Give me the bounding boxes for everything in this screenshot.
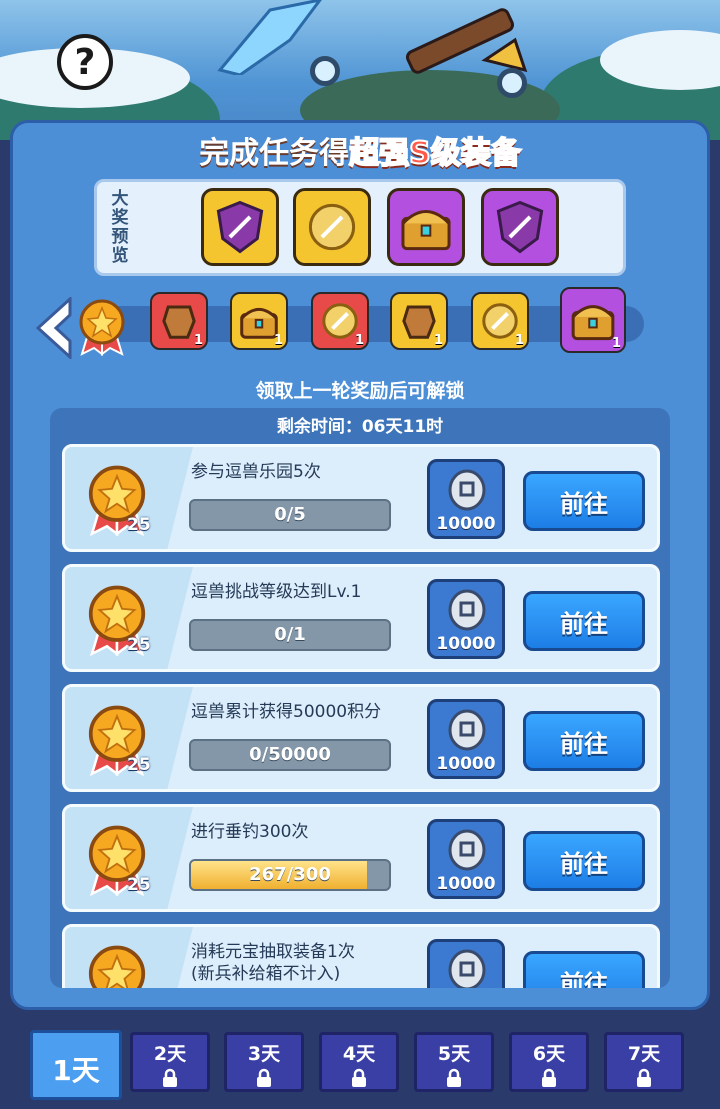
reward-quantity: 1	[433, 333, 443, 348]
track-reward-item[interactable]: 1	[230, 292, 288, 350]
task-score: 25	[127, 755, 151, 775]
magnifier-icon	[497, 68, 527, 98]
grand-prize-item[interactable]	[481, 188, 559, 266]
task-list[interactable]: 剩余时间：06天11时 25 参与逗兽乐园5次 0/5 10000 前往 25 …	[50, 408, 670, 988]
day-tab[interactable]: 7天	[604, 1032, 684, 1092]
grand-prize-item[interactable]	[387, 188, 465, 266]
track-reward-item[interactable]: 1	[390, 292, 448, 350]
grand-prize-item[interactable]	[201, 188, 279, 266]
sword-shield-icon	[216, 200, 264, 254]
lock-icon	[542, 1068, 556, 1087]
go-button[interactable]: 前往	[523, 951, 645, 988]
reward-coin-box: 10000	[427, 939, 505, 988]
top-scene: ?	[0, 0, 720, 140]
track-reward-item[interactable]: 1	[560, 287, 626, 353]
go-button[interactable]: 前往	[523, 471, 645, 531]
sword-shield-icon	[496, 200, 544, 254]
task-description: 参与逗兽乐园5次	[191, 462, 321, 482]
task-description: 逗兽累计获得50000积分	[191, 702, 382, 722]
day-tab-label: 4天	[342, 1043, 376, 1065]
day-tab-label: 1天	[52, 1054, 100, 1087]
task-description: 进行垂钓300次	[191, 822, 309, 842]
chevron-left-icon[interactable]	[34, 297, 74, 359]
task-progress-bar: 0/1	[189, 619, 391, 651]
task-score: 25	[127, 515, 151, 535]
page-title: 完成任务得超强S级装备	[199, 135, 522, 172]
task-progress-bar: 267/300	[189, 859, 391, 891]
task-progress-bar: 0/50000	[189, 739, 391, 771]
grand-prize-label: 大奖预览	[111, 189, 129, 266]
s-treasure-chest-icon	[401, 210, 451, 251]
go-button[interactable]: 前往	[523, 711, 645, 771]
day-tab-label: 6天	[532, 1043, 566, 1065]
reward-coin-box: 10000	[427, 819, 505, 899]
reward-quantity: 1	[611, 336, 621, 351]
task-description: 消耗元宝抽取装备1次 (新兵补给箱不计入)	[191, 942, 355, 984]
lock-icon	[163, 1068, 177, 1087]
task-row: 25 逗兽累计获得50000积分 0/50000 10000 前往	[62, 684, 660, 792]
task-score: 25	[127, 875, 151, 895]
reward-coin-box: 10000	[427, 699, 505, 779]
day-tab-label: 2天	[153, 1043, 187, 1065]
progress-label: 0/50000	[249, 744, 331, 765]
silver-coin-icon	[448, 589, 486, 631]
day-tab-label: 3天	[247, 1043, 281, 1065]
track-reward-item[interactable]: 1	[471, 292, 529, 350]
day-tab[interactable]: 1天	[30, 1030, 122, 1100]
reward-quantity: 1	[354, 333, 364, 348]
day-tab[interactable]: 6天	[509, 1032, 589, 1092]
day-tab-label: 5天	[437, 1043, 471, 1065]
unlock-message: 领取上一轮奖励后可解锁	[255, 380, 465, 402]
lock-icon	[447, 1068, 461, 1087]
go-button[interactable]: 前往	[523, 591, 645, 651]
reward-coin-box: 10000	[427, 579, 505, 659]
reward-quantity: 1	[193, 333, 203, 348]
progress-label: 0/1	[274, 624, 306, 645]
day-tab[interactable]: 4天	[319, 1032, 399, 1092]
go-button[interactable]: 前往	[523, 831, 645, 891]
star-medal-icon	[88, 945, 146, 988]
silver-coin-icon	[448, 709, 486, 751]
silver-coin-icon	[448, 949, 486, 988]
silver-coin-icon	[448, 829, 486, 871]
day-tab[interactable]: 3天	[224, 1032, 304, 1092]
lock-icon	[257, 1068, 271, 1087]
lock-icon	[637, 1068, 651, 1087]
reward-quantity: 1	[273, 333, 283, 348]
reward-coin-box: 10000	[427, 459, 505, 539]
day-tab[interactable]: 2天	[130, 1032, 210, 1092]
day-tab-label: 7天	[627, 1043, 661, 1065]
grand-prize-item[interactable]	[293, 188, 371, 266]
task-progress-bar: 0/5	[189, 499, 391, 531]
progress-label: 0/5	[274, 504, 306, 525]
task-row: 25 消耗元宝抽取装备1次 (新兵补给箱不计入) 10000 前往	[62, 924, 660, 988]
silver-coin-icon	[448, 469, 486, 511]
track-reward-item[interactable]: 1	[311, 292, 369, 350]
help-button[interactable]: ?	[57, 34, 113, 90]
day-tabs: 1天 2天 3天 4天 5天 6天 7天	[0, 1025, 720, 1109]
reward-amount: 10000	[436, 634, 496, 654]
remaining-time: 剩余时间：06天11时	[276, 417, 444, 437]
day-tab[interactable]: 5天	[414, 1032, 494, 1092]
reward-amount: 10000	[436, 874, 496, 894]
track-reward-item[interactable]: 1	[150, 292, 208, 350]
progress-label: 267/300	[249, 864, 331, 885]
star-medal-icon	[79, 299, 125, 356]
reward-amount: 10000	[436, 754, 496, 774]
task-description: 逗兽挑战等级达到Lv.1	[191, 582, 362, 602]
task-row: 25 进行垂钓300次 267/300 10000 前往	[62, 804, 660, 912]
reward-amount: 10000	[436, 514, 496, 534]
task-row: 25 逗兽挑战等级达到Lv.1 0/1 10000 前往	[62, 564, 660, 672]
task-row: 25 参与逗兽乐园5次 0/5 10000 前往	[62, 444, 660, 552]
task-score: 25	[127, 635, 151, 655]
reward-quantity: 1	[514, 333, 524, 348]
sword-coin-icon	[308, 203, 356, 251]
lock-icon	[352, 1068, 366, 1087]
magnifier-icon	[310, 56, 340, 86]
